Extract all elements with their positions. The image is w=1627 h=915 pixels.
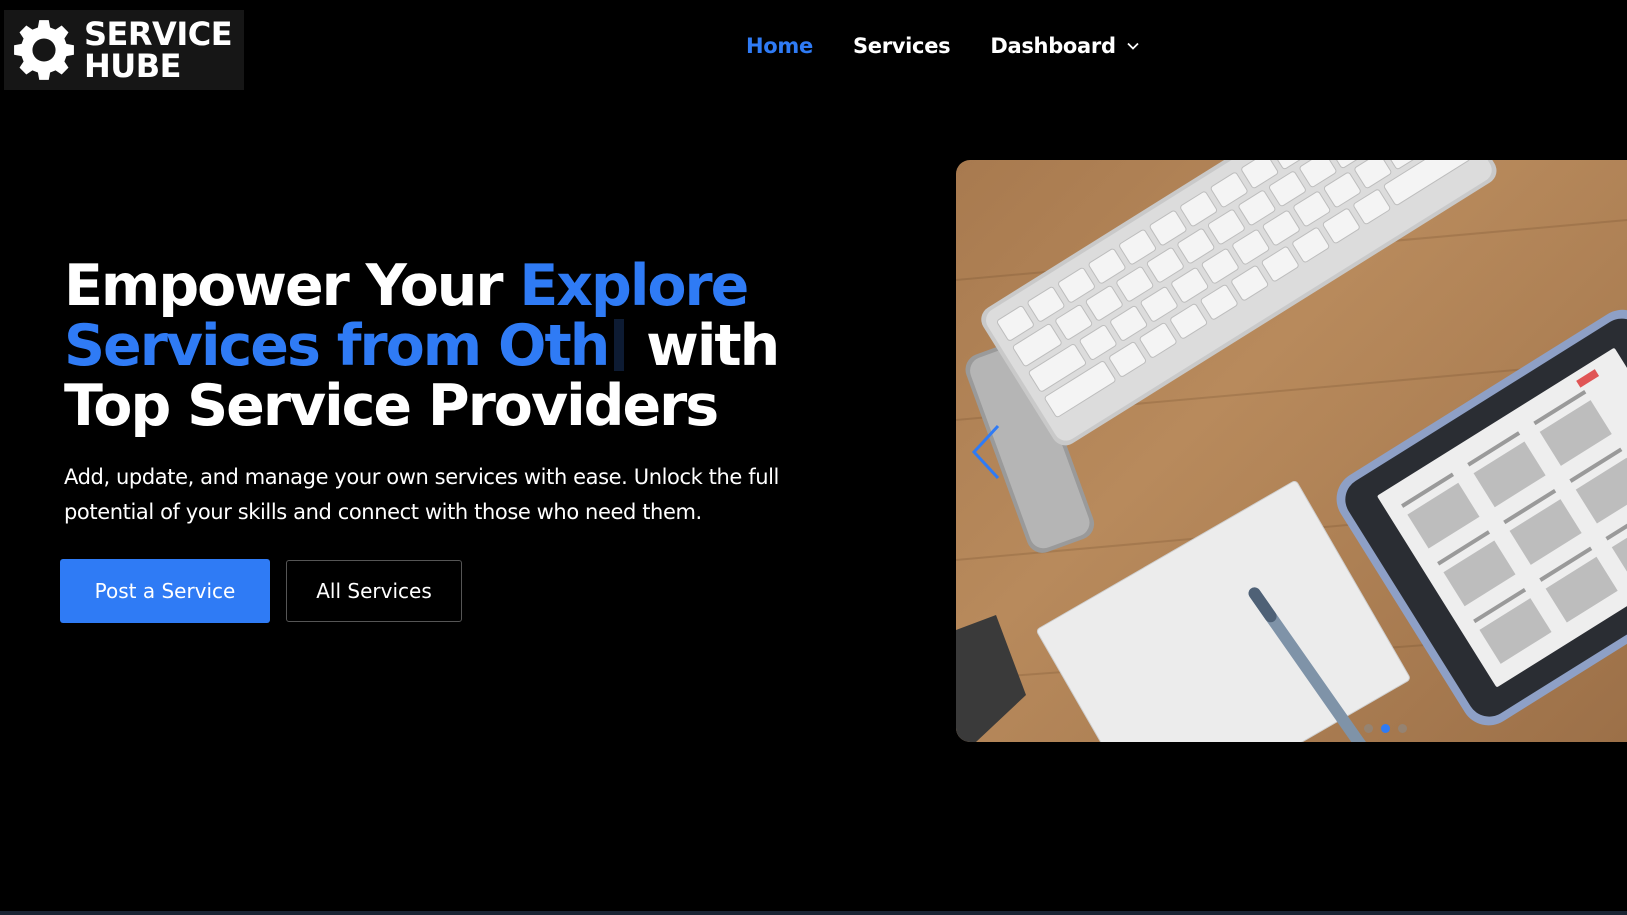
carousel-dot-2[interactable]	[1381, 724, 1390, 733]
carousel-pagination	[1364, 724, 1407, 733]
nav-home-label: Home	[746, 34, 813, 58]
brand-line-1: SERVICE	[84, 15, 233, 53]
brand-name: SERVICE HUBE	[84, 15, 233, 85]
carousel-dot-1[interactable]	[1364, 724, 1373, 733]
chevron-left-icon	[971, 424, 1000, 480]
hero-title-part1: Empower Your	[64, 253, 520, 319]
hero-title-line3: Top Service Providers	[64, 373, 719, 439]
hero-carousel[interactable]	[956, 160, 1627, 742]
nav-services-label: Services	[852, 34, 951, 58]
page-divider	[0, 911, 1627, 915]
all-services-button[interactable]: All Services	[286, 560, 462, 622]
nav-dashboard[interactable]: Dashboard	[990, 34, 1139, 58]
typing-cursor	[614, 319, 625, 371]
page: SERVICE HUBE Home Services Dashboard Emp…	[0, 0, 1627, 915]
main-nav: Home Services Dashboard	[746, 34, 1140, 58]
hero-title-part2: with	[628, 313, 780, 379]
nav-home[interactable]: Home	[746, 34, 813, 58]
post-service-button[interactable]: Post a Service	[60, 559, 270, 623]
nav-services[interactable]: Services	[852, 34, 951, 58]
brand-line-2: HUBE	[84, 47, 182, 85]
hero-title: Empower Your Explore Services from Oth w…	[64, 256, 824, 436]
hero-subtitle: Add, update, and manage your own service…	[64, 465, 779, 524]
nav-dashboard-label: Dashboard	[990, 34, 1116, 58]
brand-logo[interactable]: SERVICE HUBE	[4, 10, 244, 90]
gear-icon	[14, 20, 74, 80]
carousel-prev-button[interactable]	[968, 422, 1004, 482]
chevron-down-icon	[1127, 42, 1139, 50]
carousel-slide-image	[956, 160, 1627, 742]
carousel-dot-3[interactable]	[1398, 724, 1407, 733]
